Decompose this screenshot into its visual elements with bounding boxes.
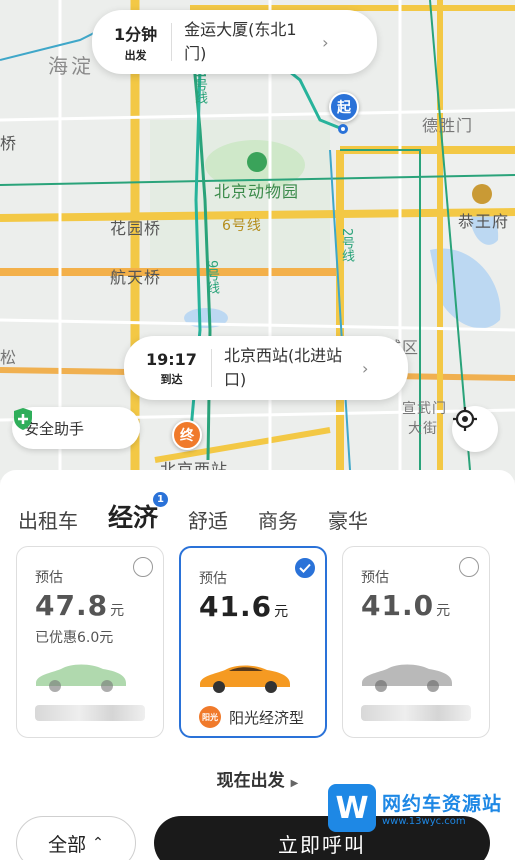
price-cards: 预估 47.8 元 已优惠6.0元 预估 41.6 元 阳光 阳光经济型 预估 … — [16, 546, 496, 738]
tab-luxury[interactable]: 豪华 — [328, 505, 368, 534]
chevron-up-icon: ⌃ — [92, 835, 104, 851]
arrive-time: 19:17 — [146, 349, 197, 369]
map-label-line9: 9号线 — [204, 260, 219, 295]
pickup-bubble[interactable]: 1分钟 出发 金运大厦(东北1门) › — [92, 10, 377, 74]
start-marker[interactable]: 起 — [329, 92, 359, 122]
landmark-icon — [472, 184, 492, 204]
map-label-dajie: 大街 — [408, 421, 438, 437]
tab-comfort[interactable]: 舒适 — [188, 505, 228, 534]
radio-unchecked[interactable] — [459, 557, 479, 577]
depart-now-label: 现在出发 — [216, 771, 285, 791]
estimate-label: 预估 — [199, 571, 227, 587]
map-label-line6: 6号线 — [222, 218, 262, 234]
arrive-bubble[interactable]: 19:17 到达 北京西站(北进站口) › — [124, 336, 408, 400]
estimate-label: 预估 — [35, 570, 63, 586]
watermark: W 网约车资源站 www.13wyc.com — [328, 784, 502, 832]
price-value: 41.6 元 — [199, 590, 289, 623]
car-icon — [200, 665, 290, 693]
map-label-qiao: 桥 — [0, 134, 18, 153]
map-label-deshengmen: 德胜门 — [422, 116, 474, 135]
map-label-song: 松 — [0, 348, 18, 367]
map-label-hangtianqiao: 航天桥 — [110, 268, 162, 287]
call-now-label: 立即呼叫 — [278, 832, 366, 857]
pickup-time-label: 出发 — [124, 49, 147, 62]
check-icon — [299, 563, 311, 573]
estimate-label: 预估 — [361, 570, 389, 586]
car-icon — [36, 664, 126, 692]
map-label-gongwangfu: 恭王府 — [458, 212, 510, 231]
safety-assistant-button[interactable]: 安全助手 — [12, 407, 140, 449]
watermark-logo: W — [328, 784, 376, 832]
brand-name: 阳光经济型 — [229, 708, 305, 727]
map-view[interactable]: 海淀 桥 4号线 北京动物园 德胜门 恭王府 花园桥 6号线 2号线 航天桥 9… — [0, 0, 515, 480]
map-label-huayuanqiao: 花园桥 — [110, 219, 162, 238]
watermark-url: www.13wyc.com — [382, 816, 466, 827]
map-label-line4: 4号线 — [192, 70, 207, 105]
map-label-haidian: 海淀 — [48, 54, 94, 78]
price-value: 41.0 元 — [361, 589, 451, 622]
arrive-time-label: 到达 — [160, 372, 183, 386]
watermark-title: 网约车资源站 — [382, 793, 503, 815]
price-value: 47.8 元 — [35, 589, 125, 622]
map-label-line2: 2号线 — [339, 228, 354, 263]
triangle-right-icon: ▶ — [290, 778, 299, 789]
price-card-selected[interactable]: 预估 41.6 元 阳光 阳光经济型 — [179, 546, 327, 738]
discount-label: 已优惠6.0元 — [35, 630, 114, 646]
map-label-xuanwumen: 宣武门 — [402, 401, 447, 417]
chevron-right-icon: › — [322, 32, 329, 52]
brand-row — [361, 705, 471, 721]
brand-row — [35, 705, 145, 721]
tab-badge: 1 — [153, 492, 169, 507]
tab-business[interactable]: 商务 — [258, 505, 298, 534]
pickup-time: 1分钟 — [114, 25, 158, 44]
map-label-zoo: 北京动物园 — [214, 182, 300, 201]
start-marker-dot — [338, 124, 348, 134]
arrive-place: 北京西站(北进站口) — [223, 346, 343, 389]
ride-type-tabs: 出租车 经济 1 舒适 商务 豪华 — [18, 492, 398, 534]
blurred-brand — [35, 705, 145, 721]
blurred-brand — [361, 705, 471, 721]
locate-icon — [453, 407, 477, 431]
brand-logo: 阳光 — [199, 706, 221, 728]
tab-economy[interactable]: 经济 1 — [108, 492, 169, 534]
radio-checked[interactable] — [295, 558, 315, 578]
price-card[interactable]: 预估 47.8 元 已优惠6.0元 — [16, 546, 164, 738]
locate-button[interactable] — [452, 406, 498, 452]
filter-all-label: 全部 — [48, 833, 87, 856]
end-marker[interactable]: 终 — [172, 420, 202, 450]
car-icon — [362, 664, 452, 692]
price-card[interactable]: 预估 41.0 元 — [342, 546, 490, 738]
brand-row: 阳光 阳光经济型 — [199, 706, 304, 728]
radio-unchecked[interactable] — [133, 557, 153, 577]
chevron-right-icon: › — [361, 358, 369, 378]
zoo-icon — [247, 152, 267, 172]
tab-taxi[interactable]: 出租车 — [18, 505, 78, 534]
pickup-place: 金运大厦(东北1门) — [184, 20, 297, 63]
shield-icon — [14, 408, 32, 430]
filter-all-button[interactable]: 全部 ⌃ — [16, 816, 136, 860]
